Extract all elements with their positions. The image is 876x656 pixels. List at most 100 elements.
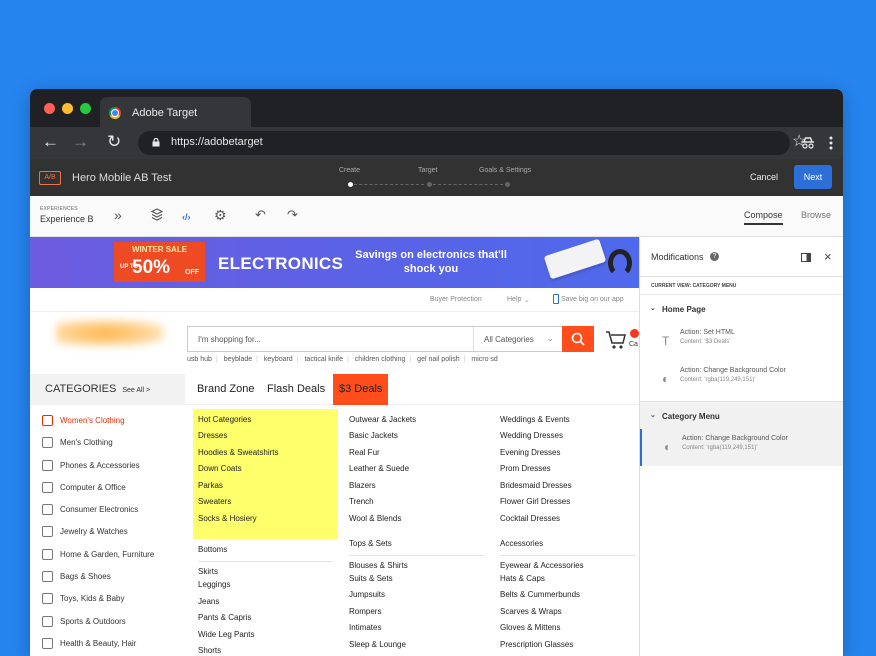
next-button[interactable]: Next [794,165,832,189]
list-item[interactable]: Leggings [198,580,333,597]
suggestion-link[interactable]: beyblade [224,356,252,363]
group-header[interactable]: Hot Categories [198,409,333,431]
step-create[interactable]: Create [339,167,360,174]
undo-icon[interactable]: ↶ [255,208,266,222]
back-arrow-icon[interactable]: ← [42,133,59,151]
modification-action[interactable]: ◐ Action: Change Background Color Conten… [640,429,843,466]
group-home-page[interactable]: ⌄ Home Page [640,295,843,323]
promo-banner[interactable]: WINTER SALE UP TO 50% OFF ELECTRONICS Sa… [30,237,639,288]
suggestion-link[interactable]: gel nail polish [417,356,459,363]
side-item-womens-clothing[interactable]: Women's Clothing [35,410,185,432]
list-item[interactable]: Blazers [349,481,484,498]
side-item-consumer-electronics[interactable]: Consumer Electronics [35,499,185,521]
list-item[interactable]: Real Fur [349,448,484,465]
categories-header[interactable]: CATEGORIES See All > [30,374,185,405]
step-goals-settings[interactable]: Goals & Settings [479,167,531,174]
list-item[interactable]: Pants & Capris [198,613,333,630]
cancel-button[interactable]: Cancel [750,172,778,182]
list-item[interactable]: Gloves & Mittens [500,623,635,640]
list-item[interactable]: Socks & Hosiery [198,514,333,531]
modification-action[interactable]: T Action: Set HTML Content: '$3 Deals' [640,323,843,361]
group-header[interactable]: Weddings & Events [500,409,635,431]
list-item[interactable]: Hoodies & Sweatshirts [198,448,333,465]
side-item-home-garden[interactable]: Home & Garden, Furniture [35,544,185,566]
list-item[interactable]: Dresses [198,431,333,448]
step-target[interactable]: Target [418,167,437,174]
side-item-bags-shoes[interactable]: Bags & Shoes [35,566,185,588]
list-item[interactable]: Down Coats [198,464,333,481]
list-item[interactable]: Sleep & Lounge [349,640,484,656]
list-item[interactable]: Jumpsuits [349,590,484,607]
dock-panel-icon[interactable] [801,253,811,262]
buyer-protection-link[interactable]: Buyer Protection [430,296,482,303]
list-item[interactable]: Shorts [198,646,333,656]
nav-3-deals[interactable]: $3 Deals [333,374,389,405]
suggestion-link[interactable]: children clothing [355,356,406,363]
group-category-menu[interactable]: ⌄ Category Menu [640,401,843,429]
side-item-jewelry[interactable]: Jewelry & Watches [35,521,185,543]
close-window-button[interactable] [44,103,55,114]
side-item-sports[interactable]: Sports & Outdoors [35,611,185,633]
list-item[interactable]: Wide Leg Pants [198,630,333,647]
list-item[interactable]: Prom Dresses [500,464,635,481]
group-header[interactable]: Bottoms [198,539,333,561]
list-item[interactable]: Skirts [198,562,333,580]
group-header[interactable]: Outwear & Jackets [349,409,484,431]
list-item[interactable]: Flower Girl Dresses [500,497,635,514]
browse-tab[interactable]: Browse [801,210,831,220]
list-item[interactable]: Bridesmaid Dresses [500,481,635,498]
help-icon[interactable]: ? [710,252,719,261]
experience-selector[interactable]: EXPERIENCES Experience B [40,206,94,224]
list-item[interactable]: Suits & Sets [349,574,484,591]
cart-icon[interactable] [605,330,627,350]
forward-arrow-icon[interactable]: → [72,133,89,151]
search-input[interactable]: I'm shopping for... [198,335,261,344]
list-item[interactable]: Parkas [198,481,333,498]
side-item-phones[interactable]: Phones & Accessories [35,455,185,477]
side-item-mens-clothing[interactable]: Men's Clothing [35,432,185,454]
list-item[interactable]: Hats & Caps [500,574,635,591]
suggestion-link[interactable]: keyboard [264,356,293,363]
list-item[interactable]: Basic Jackets [349,431,484,448]
minimize-window-button[interactable] [62,103,73,114]
category-select[interactable]: All Categories ⌄ [473,327,563,351]
layers-icon[interactable] [151,208,163,221]
gear-icon[interactable]: ⚙ [214,208,227,222]
list-item[interactable]: Belts & Cummerbunds [500,590,635,607]
list-item[interactable]: Rompers [349,607,484,624]
see-all-link[interactable]: See All > [122,387,150,394]
url-field[interactable]: https://adobetarget [138,131,790,155]
help-link[interactable]: Help [507,296,521,303]
browser-tab[interactable]: Adobe Target [100,97,251,127]
side-item-computer[interactable]: Computer & Office [35,477,185,499]
nav-flash-deals[interactable]: Flash Deals [261,374,331,405]
suggestion-link[interactable]: tactical knife [304,356,343,363]
expand-chevrons-icon[interactable]: » [114,208,122,222]
list-item[interactable]: Prescription Glasses [500,640,635,656]
group-header[interactable]: Accessories [500,533,635,555]
more-menu-icon[interactable] [829,136,833,150]
site-logo[interactable] [56,320,164,346]
list-item[interactable]: Cocktail Dresses [500,514,635,533]
suggestion-link[interactable]: micro sd [471,356,497,363]
list-item[interactable]: Eyewear & Accessories [500,556,635,574]
list-item[interactable]: Evening Dresses [500,448,635,465]
code-icon[interactable]: ‹/› [182,210,191,224]
reload-icon[interactable]: ↻ [107,133,121,151]
redo-icon[interactable]: ↷ [287,208,298,222]
compose-tab[interactable]: Compose [744,210,783,225]
maximize-window-button[interactable] [80,103,91,114]
list-item[interactable]: Trench [349,497,484,514]
nav-brand-zone[interactable]: Brand Zone [191,374,260,405]
close-icon[interactable]: × [824,249,832,264]
incognito-icon[interactable] [801,136,815,150]
list-item[interactable]: Scarves & Wraps [500,607,635,624]
app-promo-link[interactable]: Save big on our app [561,296,624,303]
side-item-toys[interactable]: Toys, Kids & Baby [35,588,185,610]
list-item[interactable]: Blouses & Shirts [349,556,484,574]
suggestion-link[interactable]: usb hub [187,356,212,363]
list-item[interactable]: Jeans [198,597,333,614]
group-header[interactable]: Tops & Sets [349,533,484,555]
search-button[interactable] [562,326,594,352]
modification-action[interactable]: ◐ Action: Change Background Color Conten… [640,361,843,401]
